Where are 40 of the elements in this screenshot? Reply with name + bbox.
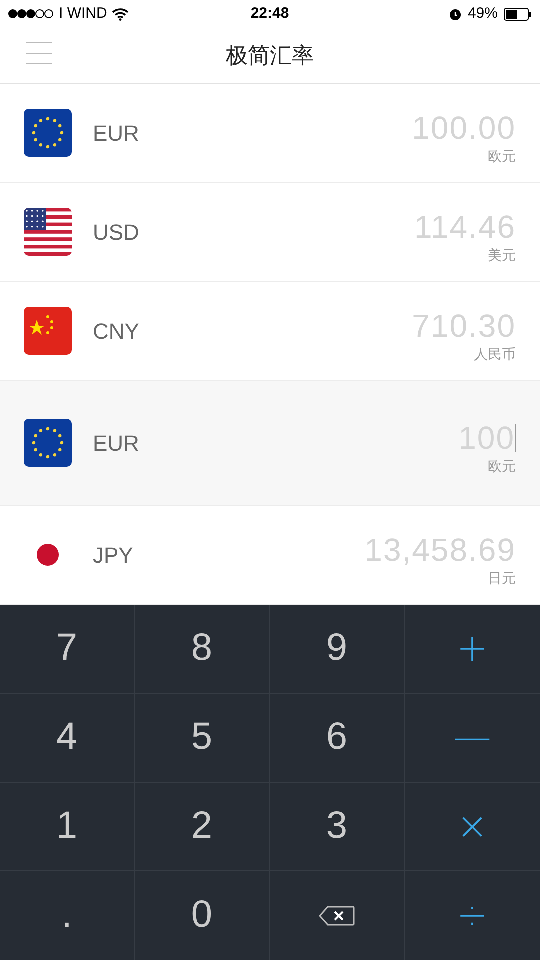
currency-code: EUR — [93, 120, 140, 148]
digit-key[interactable]: 7 — [0, 605, 135, 694]
currency-code: USD — [93, 218, 140, 246]
currency-name: 美元 — [488, 246, 516, 264]
eu-flag-icon — [24, 419, 72, 467]
digit-key[interactable]: . — [0, 871, 135, 960]
clock-time: 22:48 — [250, 4, 290, 24]
digit-key[interactable]: 6 — [270, 694, 405, 782]
digit-key[interactable]: 1 — [0, 782, 135, 872]
battery-percent: 49% — [468, 4, 498, 24]
battery-icon — [504, 8, 532, 20]
signal-icon — [8, 9, 54, 19]
digit-key[interactable]: 2 — [135, 782, 270, 872]
operator-key[interactable]: × — [405, 782, 540, 872]
app-title: 极简汇率 — [226, 42, 314, 70]
operator-key[interactable]: — — [405, 694, 540, 782]
currency-name: 人民币 — [474, 344, 516, 364]
menu-button[interactable] — [26, 41, 52, 65]
wifi-icon — [112, 8, 130, 20]
currency-name: 欧元 — [488, 146, 516, 166]
digit-key[interactable]: 5 — [135, 694, 270, 782]
digit-key[interactable]: 3 — [270, 782, 405, 872]
currency-name: 日元 — [488, 568, 516, 588]
alarm-icon — [448, 8, 462, 20]
carrier-name: I WIND — [59, 4, 108, 24]
currency-name: 欧元 — [488, 456, 516, 476]
currency-code: JPY — [93, 542, 134, 570]
eu-flag-icon — [24, 109, 72, 157]
digit-key[interactable]: 9 — [270, 605, 405, 694]
operator-key[interactable]: + — [405, 605, 540, 694]
us-flag-icon — [24, 208, 72, 256]
backspace-icon — [319, 906, 355, 926]
digit-key[interactable]: 8 — [135, 605, 270, 694]
digit-key[interactable]: 0 — [135, 871, 270, 960]
cn-flag-icon — [24, 307, 72, 355]
text-cursor — [515, 424, 516, 452]
digit-key[interactable]: 4 — [0, 694, 135, 782]
operator-key[interactable]: ÷ — [405, 871, 540, 960]
currency-code: CNY — [93, 318, 140, 346]
currency-code: EUR — [93, 430, 140, 458]
